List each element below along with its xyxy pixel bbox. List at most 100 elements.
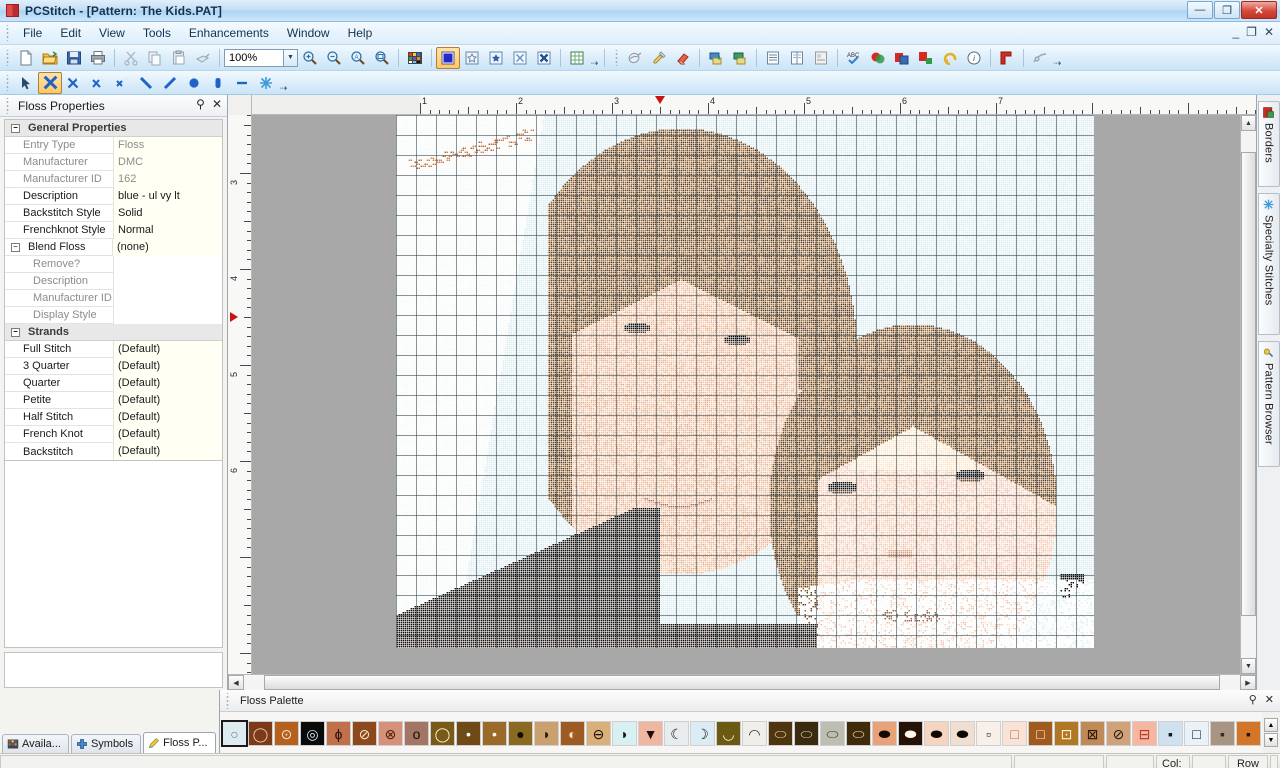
property-row-petite[interactable]: Petite (Default) — [5, 391, 222, 409]
toolbar-overflow-chevron-icon[interactable]: ⇢ — [589, 47, 600, 69]
menu-item-view[interactable]: View — [90, 23, 134, 43]
property-value[interactable] — [113, 289, 222, 307]
property-value[interactable]: Solid — [113, 204, 222, 222]
floss-swatch[interactable]: ⬭ — [768, 721, 793, 746]
close-icon[interactable]: ✕ — [1265, 693, 1274, 706]
floss-swatch[interactable]: ⊘ — [352, 721, 377, 746]
floss-swatch[interactable]: ▪ — [1158, 721, 1183, 746]
property-row-blend-remove[interactable]: Remove? — [5, 255, 222, 273]
floss-swatch[interactable]: ● — [508, 721, 533, 746]
floss-swatch[interactable]: ○ — [221, 720, 248, 747]
pin-icon[interactable]: ⚲ — [1249, 693, 1257, 706]
property-group-general[interactable]: − General Properties — [5, 120, 222, 137]
floss-swatch[interactable]: ⬭ — [794, 721, 819, 746]
pin-icon[interactable]: ⚲ — [196, 97, 205, 111]
palette-scrollbar[interactable]: ▲ ▼ — [1262, 712, 1280, 753]
property-row-3-quarter[interactable]: 3 Quarter (Default) — [5, 357, 222, 375]
view-symbols-button[interactable] — [460, 47, 484, 69]
property-row-frenchknot-style[interactable]: Frenchknot Style Normal — [5, 221, 222, 239]
floss-swatch[interactable]: ▪ — [1210, 721, 1235, 746]
floss-swatch[interactable]: ⊘ — [1106, 721, 1131, 746]
french-knot-tool-button[interactable] — [182, 72, 206, 94]
panel-grip-handle[interactable] — [4, 97, 11, 114]
scroll-right-button[interactable]: ▶ — [1240, 675, 1256, 690]
floss-swatch[interactable]: ⬭ — [846, 721, 871, 746]
property-value[interactable]: (Default) — [113, 391, 222, 409]
floss-swatch[interactable]: ◯ — [248, 721, 273, 746]
close-icon[interactable]: ✕ — [212, 97, 222, 111]
property-value[interactable]: (Default) — [113, 374, 222, 392]
toolbar-grip-handle[interactable] — [613, 49, 620, 66]
zoom-fit-button[interactable] — [370, 47, 394, 69]
floss-swatch[interactable]: ◐ — [560, 721, 585, 746]
property-row-quarter[interactable]: Quarter (Default) — [5, 374, 222, 392]
right-tab-pattern-browser[interactable]: Pattern Browser — [1257, 341, 1280, 467]
stitch-canvas[interactable] — [252, 115, 1240, 674]
menu-item-enhancements[interactable]: Enhancements — [180, 23, 278, 43]
property-value[interactable]: (Default) — [113, 408, 222, 426]
bead-tool-button[interactable] — [206, 72, 230, 94]
view-x-bold-button[interactable] — [532, 47, 556, 69]
undo-history-button[interactable] — [938, 47, 962, 69]
three-quarter-stitch-tool-button[interactable] — [62, 72, 86, 94]
expander-icon[interactable]: − — [11, 242, 20, 252]
vertical-scrollbar[interactable]: ▲ ▼ — [1240, 115, 1256, 674]
property-value[interactable] — [113, 255, 222, 273]
view-blocks-button[interactable] — [436, 46, 460, 69]
property-value[interactable]: (Default) — [113, 425, 222, 443]
floss-swatch[interactable]: ⬬ — [898, 721, 923, 746]
menu-item-help[interactable]: Help — [339, 23, 382, 43]
backstitch-tool-button[interactable] — [230, 72, 254, 94]
toolbar-overflow-chevron-icon[interactable]: ⇢ — [1052, 47, 1063, 69]
color-blend-button[interactable] — [866, 47, 890, 69]
property-value[interactable]: Floss — [113, 136, 222, 154]
page-layout-button[interactable] — [809, 47, 833, 69]
petite-stitch-tool-button[interactable] — [110, 72, 134, 94]
half-stitch-slash-tool-button[interactable] — [158, 72, 182, 94]
property-value[interactable]: Normal — [113, 221, 222, 239]
vertical-scroll-thumb[interactable] — [1241, 152, 1256, 616]
color-palette-icon-button[interactable] — [403, 47, 427, 69]
floss-swatch[interactable]: ◎ — [300, 721, 325, 746]
cut-button[interactable] — [119, 47, 143, 69]
grid-toggle-button[interactable] — [565, 47, 589, 69]
floss-swatch[interactable]: ◯ — [430, 721, 455, 746]
floss-swatch[interactable]: ▪ — [1236, 721, 1261, 746]
save-file-button[interactable] — [62, 47, 86, 69]
floss-swatch[interactable]: • — [456, 721, 481, 746]
floss-swatch[interactable]: ◡ — [716, 721, 741, 746]
property-row-blend-display-style[interactable]: Display Style — [5, 306, 222, 324]
property-value[interactable]: 162 — [113, 170, 222, 188]
property-value[interactable] — [113, 272, 222, 290]
palette-scroll-down-button[interactable]: ▼ — [1264, 733, 1278, 747]
menu-item-tools[interactable]: Tools — [134, 23, 180, 43]
floss-swatch[interactable]: ⊗ — [378, 721, 403, 746]
maximize-button[interactable]: ❐ — [1214, 1, 1240, 19]
cross-stitch-pattern-image[interactable] — [396, 115, 1094, 648]
property-row-backstitch-style[interactable]: Backstitch Style Solid — [5, 204, 222, 222]
property-row-half-stitch[interactable]: Half Stitch (Default) — [5, 408, 222, 426]
property-value[interactable]: (none) — [112, 238, 222, 256]
import-left-button[interactable] — [704, 47, 728, 69]
view-symbols-color-button[interactable] — [484, 47, 508, 69]
format-painter-button[interactable] — [191, 47, 215, 69]
menu-item-file[interactable]: File — [14, 23, 51, 43]
property-value[interactable]: (Default) — [113, 357, 222, 375]
floss-swatch[interactable]: □ — [1002, 721, 1027, 746]
columns-view-button[interactable] — [785, 47, 809, 69]
property-value[interactable]: blue - ul vy lt — [113, 187, 222, 205]
import-right-button[interactable] — [728, 47, 752, 69]
floss-swatch[interactable]: ɸ — [326, 721, 351, 746]
floss-swatch[interactable]: ⊡ — [1054, 721, 1079, 746]
floss-swatch[interactable]: ◗ — [534, 721, 559, 746]
select-arrow-tool-button[interactable] — [14, 72, 38, 94]
property-value[interactable]: (Default) — [113, 443, 222, 460]
new-document-button[interactable] — [14, 47, 38, 69]
full-stitch-tool-button[interactable] — [38, 71, 62, 94]
property-row-backstitch[interactable]: Backstitch (Default) — [5, 443, 222, 460]
toolbar-grip-handle[interactable] — [4, 49, 11, 66]
paste-button[interactable] — [167, 47, 191, 69]
mdi-restore-button[interactable]: ❐ — [1246, 25, 1257, 39]
horizontal-scroll-thumb[interactable] — [263, 675, 1221, 690]
property-row-full-stitch[interactable]: Full Stitch (Default) — [5, 340, 222, 358]
